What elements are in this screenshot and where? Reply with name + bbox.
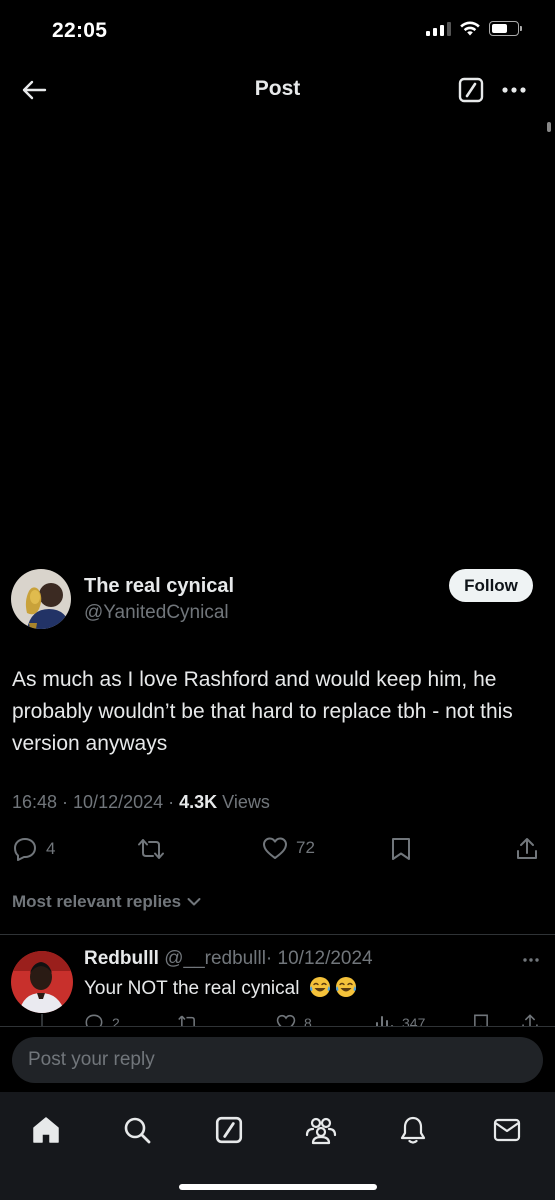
reply-text-content: Your NOT the real cynical	[84, 978, 300, 999]
reply-action[interactable]: 4	[12, 836, 55, 862]
reply-author-handle[interactable]: @__redbulll	[164, 948, 266, 969]
heart-icon	[263, 837, 287, 859]
nav-communities[interactable]	[299, 1108, 343, 1152]
nav-search[interactable]	[115, 1108, 159, 1152]
home-indicator	[179, 1184, 377, 1190]
bell-icon	[400, 1116, 426, 1144]
post-timestamp: 16:48 · 10/12/2024 ·	[12, 792, 180, 812]
bookmark-icon	[392, 838, 410, 860]
repost-icon	[138, 839, 164, 859]
author-handle[interactable]: @YanitedCynical	[84, 602, 229, 624]
nav-grok[interactable]	[207, 1108, 251, 1152]
reply-views-action[interactable]: 347	[374, 1013, 425, 1026]
compose-area	[0, 1026, 555, 1092]
views-count[interactable]: 4.3K	[179, 792, 217, 812]
post-text: As much as I love Rashford and would kee…	[12, 668, 513, 755]
grok-icon	[215, 1116, 243, 1144]
reply-input[interactable]	[12, 1037, 543, 1083]
status-bar: 22:05	[0, 0, 555, 60]
author-avatar[interactable]	[11, 569, 71, 629]
reply-date: · 10/12/2024	[265, 948, 373, 969]
mail-icon	[493, 1118, 521, 1142]
like-action[interactable]: 72	[262, 836, 315, 860]
reply-text: Your NOT the real cynical	[84, 976, 357, 1000]
follow-button[interactable]: Follow	[449, 569, 533, 602]
home-icon	[33, 1117, 59, 1143]
replies-sort-dropdown[interactable]: Most relevant replies	[12, 892, 201, 912]
reply-icon	[14, 838, 36, 861]
reply-repost-action[interactable]	[176, 1013, 200, 1026]
scroll-indicator	[547, 122, 551, 132]
cellular-signal-icon	[426, 20, 451, 36]
communities-icon	[305, 1117, 337, 1145]
battery-icon	[489, 20, 522, 36]
author-name[interactable]: The real cynical	[84, 575, 234, 598]
repost-icon	[178, 1015, 197, 1026]
reply-share-action[interactable]	[520, 1013, 540, 1026]
reply-header: Redbulll @__redbulll· 10/12/2024	[84, 948, 373, 970]
share-icon	[517, 838, 537, 859]
top-header: Post	[0, 60, 555, 120]
grok-icon	[458, 77, 484, 103]
reply-like-action[interactable]: 8	[276, 1013, 312, 1026]
reply-icon	[85, 1014, 103, 1026]
bookmark-action[interactable]	[390, 836, 412, 862]
more-horizontal-icon	[502, 87, 526, 93]
like-count: 72	[296, 838, 315, 857]
post-detail-screen: 22:05 Post The real cynical @YanitedCyni…	[0, 0, 555, 1200]
reply-more-button[interactable]	[519, 950, 543, 970]
bottom-nav	[0, 1092, 555, 1200]
reply-author-name[interactable]: Redbulll	[84, 948, 159, 969]
reply-actions: 2 8 347	[0, 1010, 555, 1026]
reply-views-count: 347	[402, 1015, 426, 1026]
more-horizontal-icon	[523, 958, 539, 962]
more-options-button[interactable]	[497, 75, 531, 105]
laughing-tears-emoji-icon	[335, 977, 356, 997]
chevron-down-icon	[187, 898, 201, 906]
post-meta: 16:48 · 10/12/2024 · 4.3K Views	[12, 792, 270, 813]
share-action[interactable]	[514, 836, 540, 862]
laughing-tears-emoji-icon	[309, 977, 330, 997]
repost-action[interactable]	[136, 836, 166, 862]
reply-reply-action[interactable]: 2	[84, 1013, 120, 1026]
search-icon	[124, 1117, 151, 1144]
heart-icon	[276, 1014, 296, 1026]
status-icons	[426, 20, 522, 36]
grok-button[interactable]	[456, 75, 486, 105]
reply-like-count: 8	[304, 1015, 312, 1026]
post-media[interactable]	[0, 120, 555, 550]
replies-sort-label: Most relevant replies	[12, 892, 182, 911]
views-label: Views	[217, 792, 270, 812]
wifi-icon	[460, 21, 480, 36]
nav-notifications[interactable]	[391, 1108, 435, 1152]
status-time: 22:05	[52, 19, 108, 42]
analytics-icon	[376, 1016, 393, 1026]
reply-avatar[interactable]	[11, 951, 73, 1013]
reply-reply-count: 2	[112, 1015, 120, 1026]
reply-count: 4	[46, 839, 56, 858]
divider	[0, 934, 555, 935]
reply-bookmark-action[interactable]	[472, 1013, 490, 1026]
share-icon	[522, 1014, 538, 1026]
nav-home[interactable]	[24, 1108, 68, 1152]
nav-messages[interactable]	[485, 1108, 529, 1152]
bookmark-icon	[474, 1014, 488, 1026]
